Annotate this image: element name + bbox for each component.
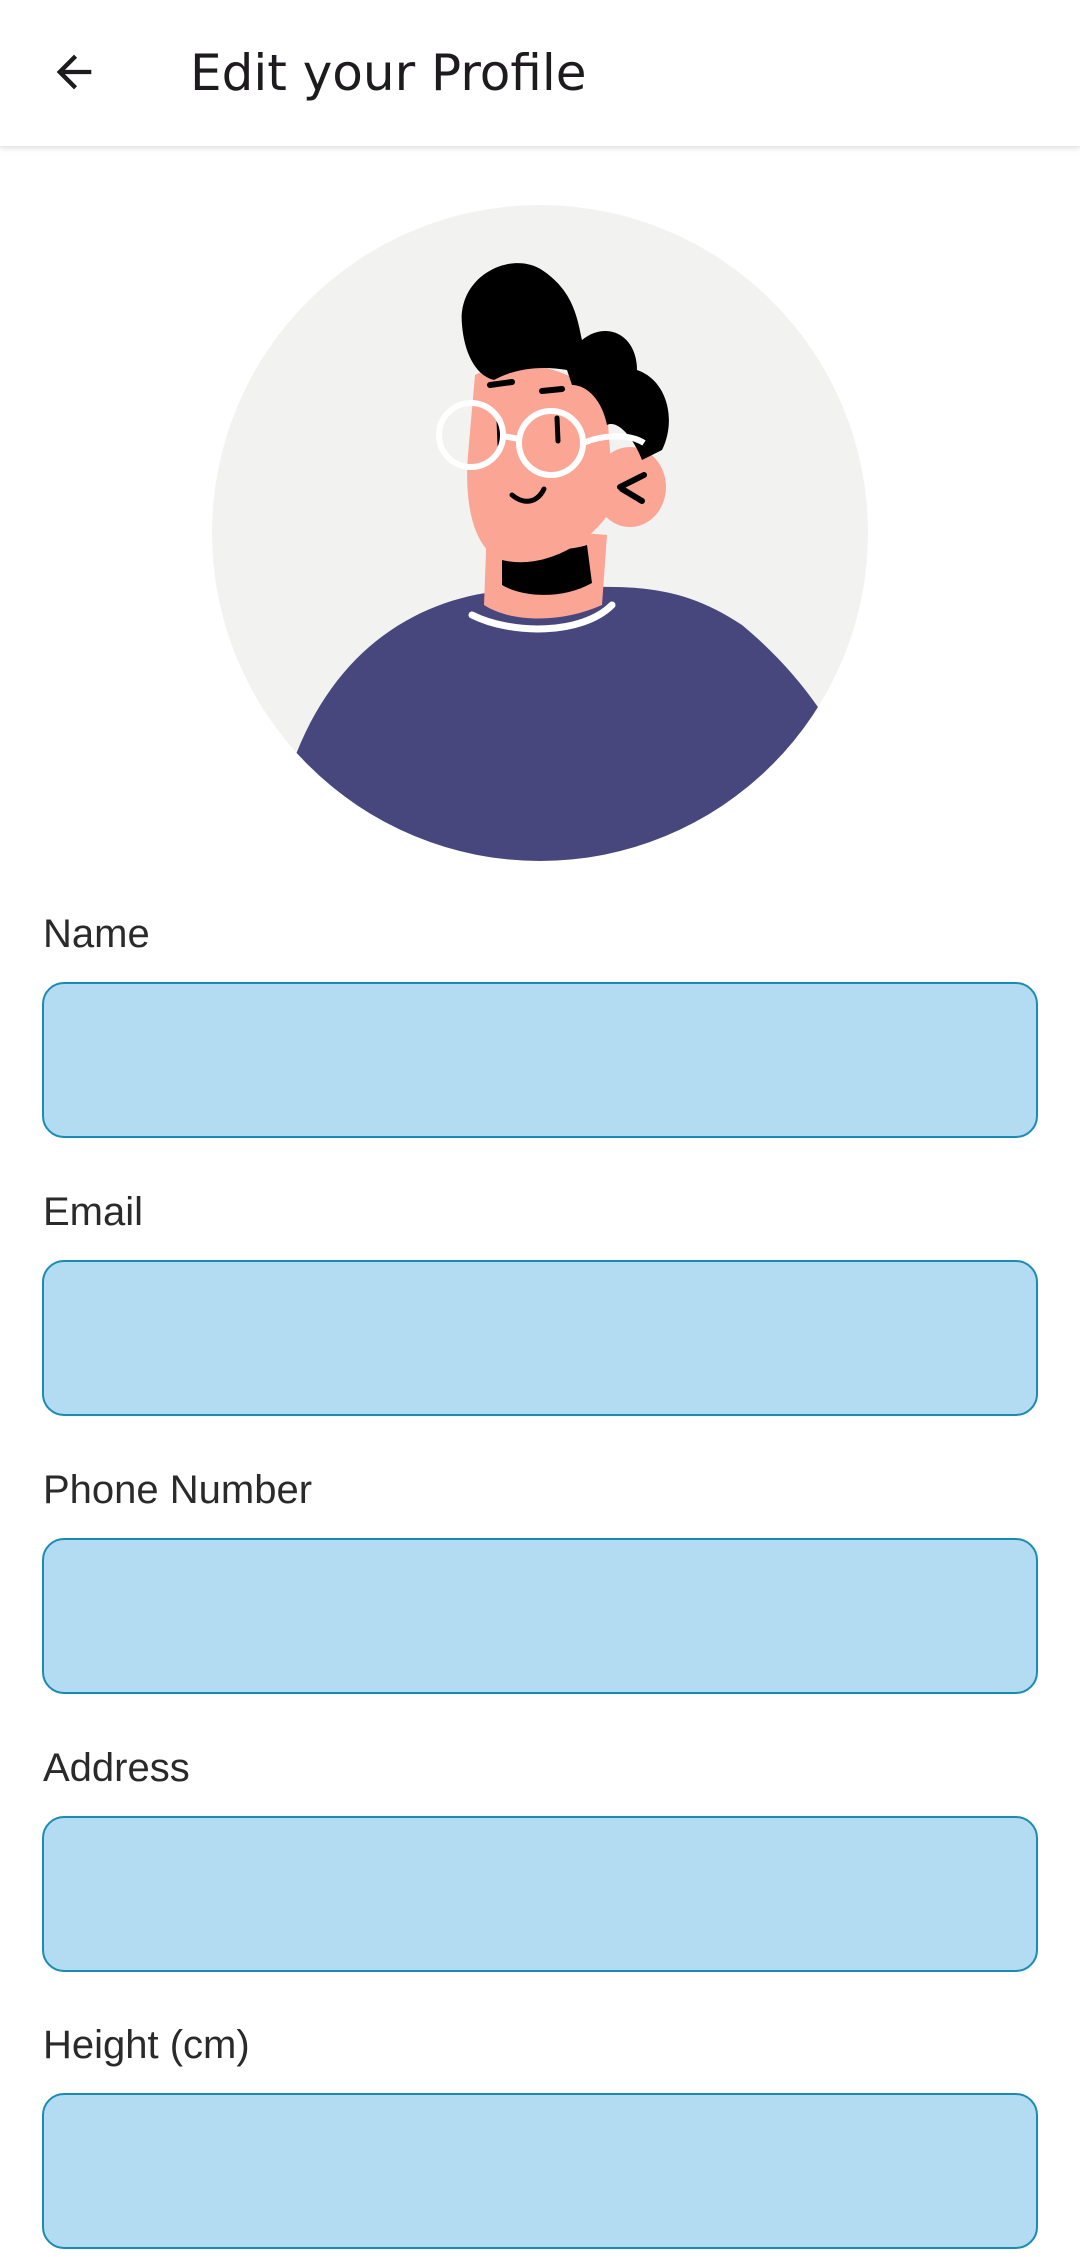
email-input[interactable] <box>42 1260 1038 1416</box>
phone-number-label: Phone Number <box>43 1468 313 1512</box>
arrow-left-icon <box>56 54 92 90</box>
user-avatar-illustration <box>212 205 868 861</box>
email-label: Email <box>43 1190 144 1234</box>
name-input[interactable] <box>42 982 1038 1138</box>
profile-avatar[interactable] <box>212 205 868 861</box>
height-label: Height (cm) <box>43 2023 250 2067</box>
name-label: Name <box>43 912 150 956</box>
top-app-bar: Edit your Profile <box>0 0 1080 147</box>
address-input[interactable] <box>42 1816 1038 1972</box>
back-button[interactable] <box>38 36 110 108</box>
page-title: Edit your Profile <box>190 44 587 102</box>
phone-number-input[interactable] <box>42 1538 1038 1694</box>
address-label: Address <box>43 1746 190 1790</box>
height-input[interactable] <box>42 2093 1038 2249</box>
